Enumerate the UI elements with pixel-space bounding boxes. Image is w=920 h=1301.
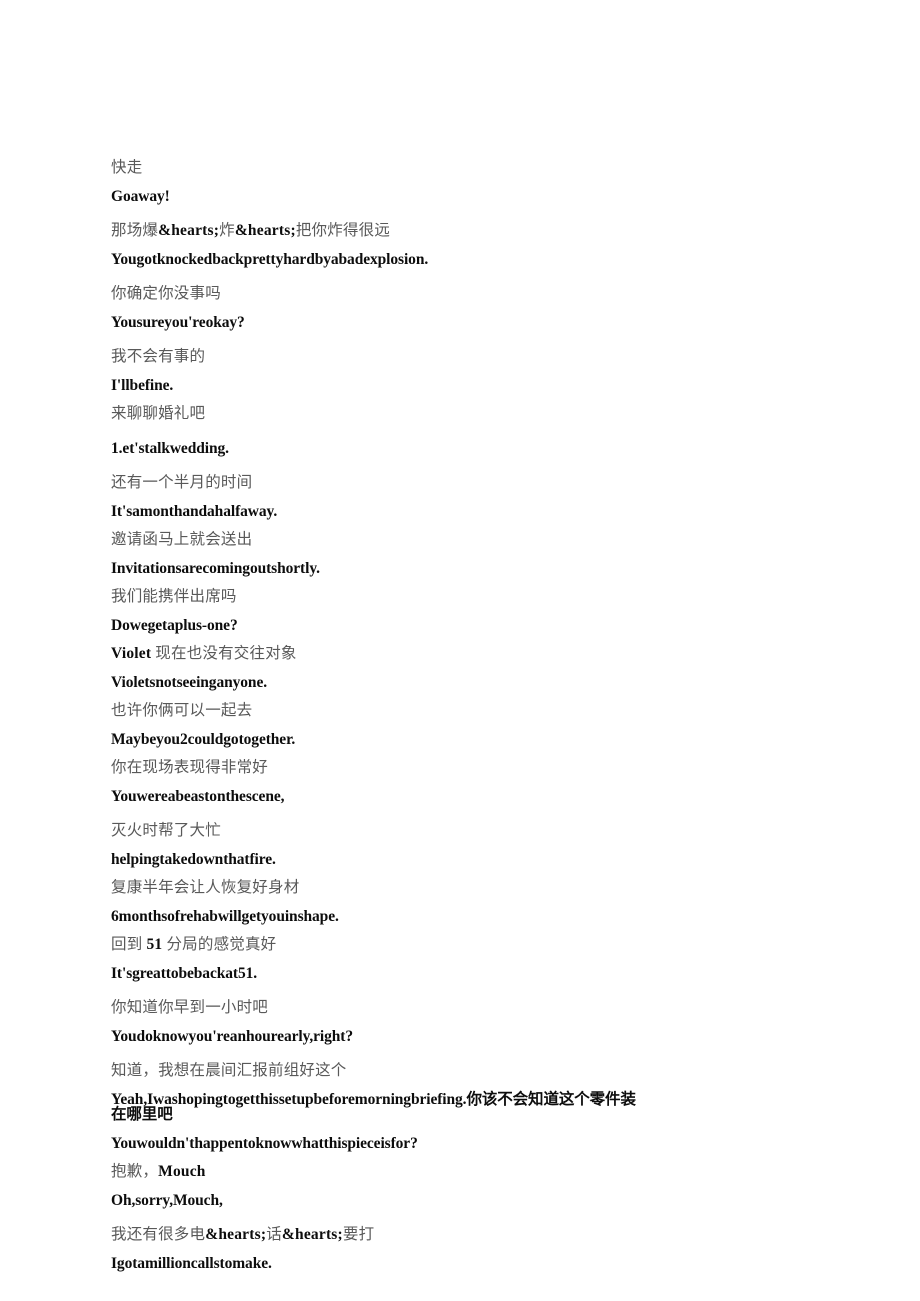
subtitle-line-source: 还有一个半月的时间 — [111, 474, 253, 491]
subtitle-line-source: 也许你俩可以一起去 — [111, 702, 253, 719]
latin-run: &hearts; — [281, 1226, 343, 1243]
subtitle-line-translation: I'llbefine. — [111, 376, 174, 394]
subtitle-line-translation: Goaway! — [111, 187, 170, 205]
subtitle-line-source: 来聊聊婚礼吧 — [111, 405, 206, 422]
subtitle-line-translation: It'sgreattobebackat51. — [111, 964, 258, 982]
subtitle-line-translation: 1.et'stalkwedding. — [111, 439, 229, 457]
subtitle-line-source: Violet 现在也没有交往对象 — [111, 645, 297, 662]
subtitle-line-translation: It'samonthandahalfaway. — [111, 502, 278, 520]
subtitle-line-translation: Yeah,Iwashopingtogetthissetupbeforemorni… — [111, 1090, 636, 1123]
subtitle-line-source: 知道，我想在晨间汇报前组好这个 — [111, 1062, 347, 1079]
latin-run: &hearts; — [205, 1226, 267, 1243]
subtitle-line-translation: Youwereabeastonthescene, — [111, 787, 285, 805]
latin-run: &hearts; — [158, 222, 220, 239]
subtitle-line-translation: Yousureyou'reokay? — [111, 313, 245, 331]
subtitle-line-translation: Igotamillioncallstomake. — [111, 1254, 272, 1272]
subtitle-line-source: 你确定你没事吗 — [111, 285, 221, 302]
transcript-body: 快走 Goaway! 那场爆&hearts;炸&hearts;把你炸得很远 Yougo… — [111, 160, 641, 1271]
subtitle-line-source: 我不会有事的 — [111, 348, 206, 365]
subtitle-line-translation: Invitationsarecomingoutshortly. — [111, 559, 320, 577]
subtitle-line-translation: Dowegetaplus-one? — [111, 616, 238, 634]
subtitle-line-source: 灭火时帮了大忙 — [111, 822, 221, 839]
subtitle-line-source: 快走 — [111, 159, 143, 176]
subtitle-line-translation: 6monthsofrehabwillgetyouinshape. — [111, 907, 339, 925]
latin-run: &hearts; — [234, 222, 296, 239]
latin-run: 51 — [146, 936, 163, 953]
subtitle-line-source: 那场爆&hearts;炸&hearts;把你炸得很远 — [111, 222, 391, 239]
latin-run: Violet — [111, 645, 152, 662]
subtitle-line-source: 你在现场表现得非常好 — [111, 759, 269, 776]
subtitle-line-source: 你知道你早到一小时吧 — [111, 999, 269, 1016]
subtitle-line-translation: Youwouldn'thappentoknowwhatthispieceisfo… — [111, 1134, 418, 1152]
subtitle-line-source: 抱歉，Mouch — [111, 1163, 206, 1180]
subtitle-line-source: 复康半年会让人恢复好身材 — [111, 879, 300, 896]
subtitle-line-translation: Oh,sorry,Mouch, — [111, 1191, 223, 1209]
subtitle-line-translation: Maybeyou2couldgotogether. — [111, 730, 296, 748]
subtitle-line-translation: Yougotknockedbackprettyhardbyabadexplosi… — [111, 250, 429, 268]
subtitle-line-source: 回到 51 分局的感觉真好 — [111, 936, 277, 953]
document-page: 快走 Goaway! 那场爆&hearts;炸&hearts;把你炸得很远 Yougo… — [0, 0, 920, 1301]
subtitle-line-translation: helpingtakedownthatfire. — [111, 850, 276, 868]
subtitle-line-translation: Violetsnotseeinganyone. — [111, 673, 268, 691]
latin-run: Mouch — [158, 1163, 206, 1180]
subtitle-line-source: 我还有很多电&hearts;话&hearts;要打 — [111, 1226, 375, 1243]
subtitle-line-source: 邀请函马上就会送出 — [111, 531, 253, 548]
subtitle-line-source: 我们能携伴出席吗 — [111, 588, 237, 605]
subtitle-line-translation: Youdoknowyou'reanhourearly,right? — [111, 1027, 354, 1045]
